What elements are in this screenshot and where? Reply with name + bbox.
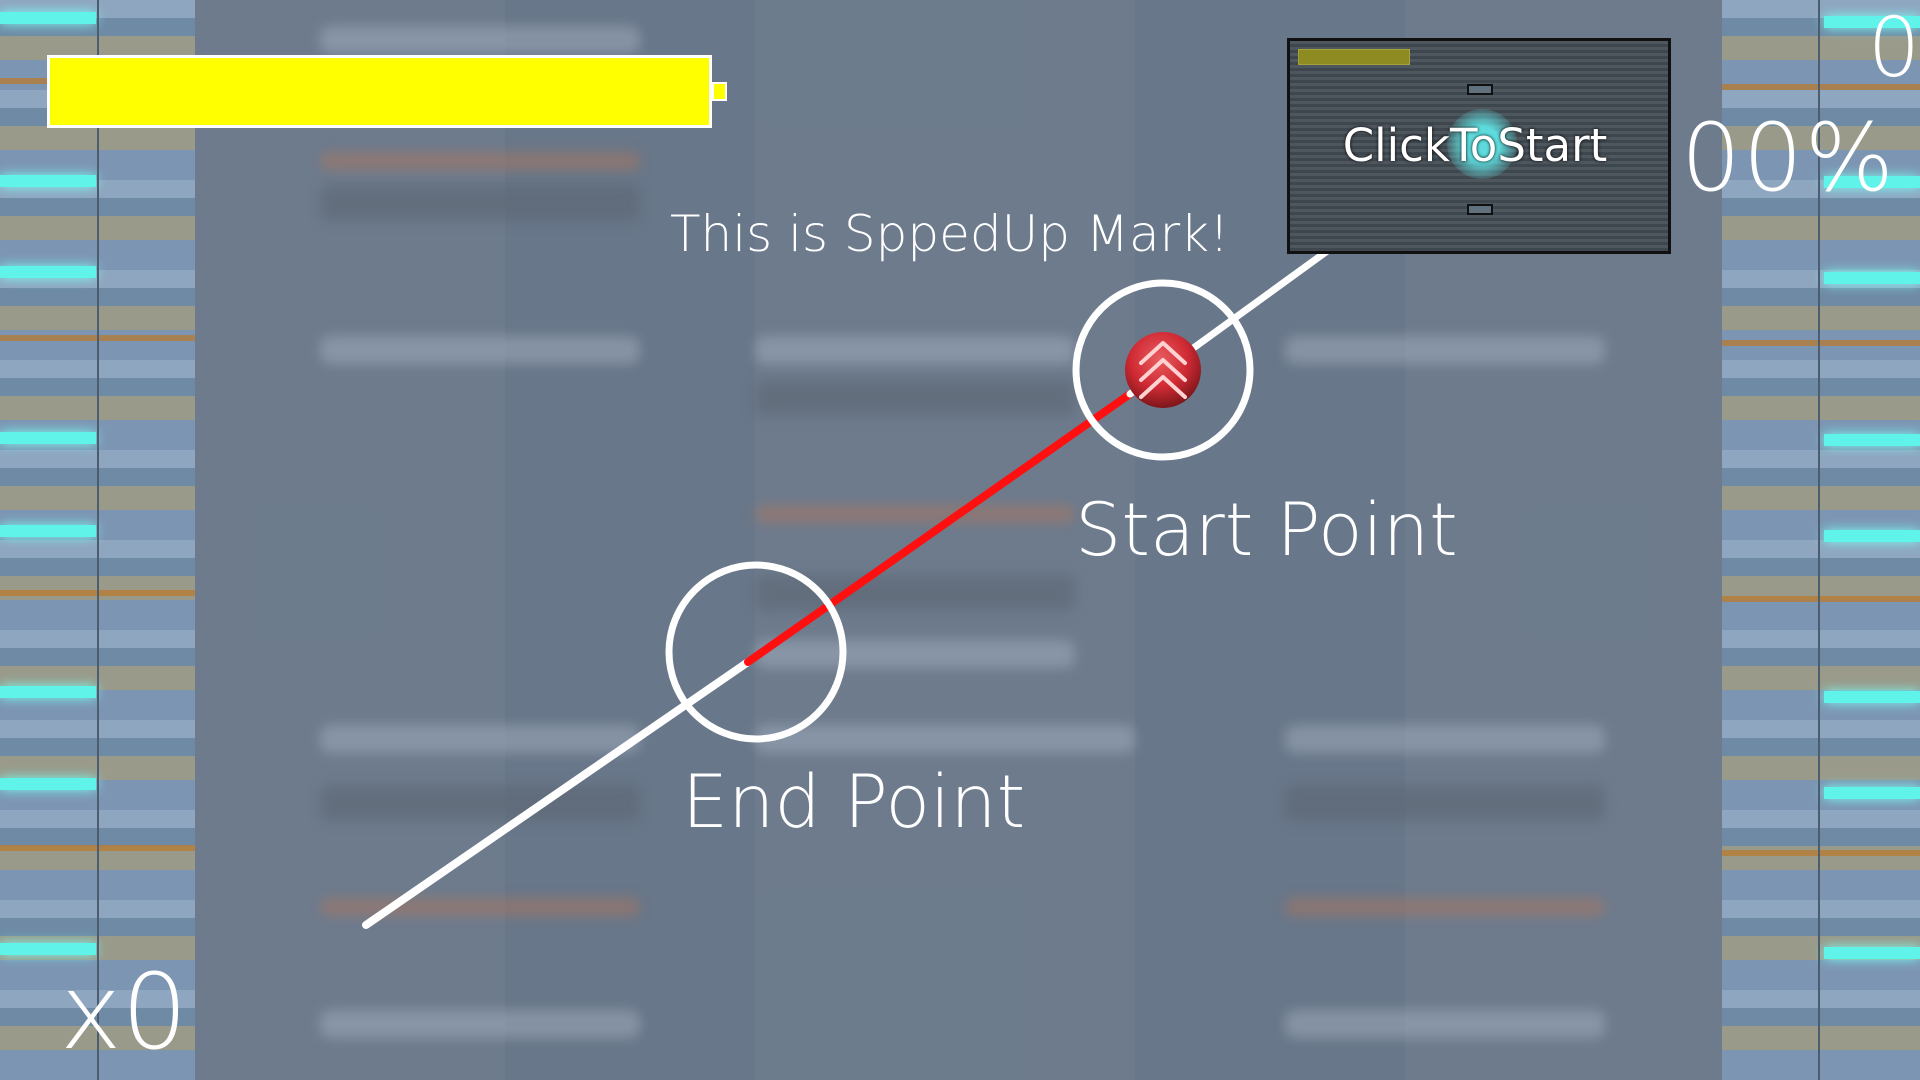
start-point-label: Start Point <box>1075 488 1458 573</box>
speed-up-note-label: This is SppedUp Mark! <box>670 205 1230 263</box>
preview-bottom-mark <box>1467 204 1493 215</box>
slide-path-active <box>744 390 1134 666</box>
click-to-start-label[interactable]: ClickToStart <box>1325 123 1625 168</box>
score-counter: 0 <box>1867 1 1920 96</box>
preview-health-bar <box>1298 49 1410 65</box>
end-point-label: End Point <box>682 760 1026 845</box>
start-preview-panel[interactable]: ClickToStart <box>1287 38 1671 254</box>
health-bar-cap <box>712 82 727 101</box>
combo-counter: x0 <box>60 951 188 1073</box>
speed-up-mark <box>1125 332 1201 408</box>
preview-top-mark <box>1467 84 1493 95</box>
health-bar-fill <box>50 58 709 125</box>
health-bar <box>47 55 712 128</box>
